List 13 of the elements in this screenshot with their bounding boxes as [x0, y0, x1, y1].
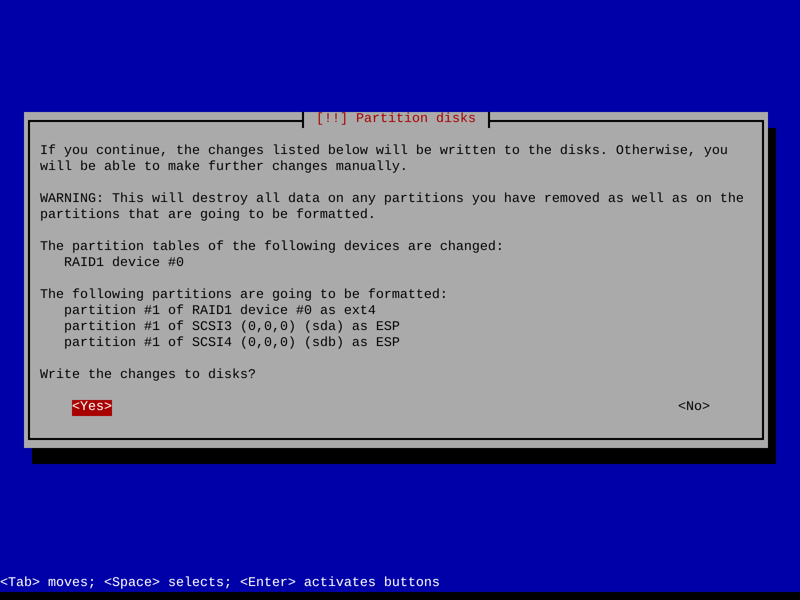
- dialog-button[interactable]: <Yes>: [72, 400, 112, 416]
- message-text: WARNING: This will destroy all data on any partitions you have removed as well as on the partitions that are going to be formatted.: [40, 192, 745, 224]
- list-item: partition #1 of RAID1 device #0 as ext4: [63, 304, 377, 320]
- question-text: Write the changes to disks?: [40, 368, 257, 384]
- dialog-title: [!!] Partition disks: [302, 112, 490, 128]
- list-item: partition #1 of SCSI4 (0,0,0) (sdb) as ESP: [63, 336, 401, 352]
- section-heading: The partition tables of the following devices are changed:: [40, 240, 505, 256]
- dialog-button[interactable]: <No>: [678, 400, 710, 416]
- message-text: If you continue, the changes listed below will be written to the disks. Otherwise, you will be able to make further changes manually.: [40, 144, 729, 176]
- list-item: partition #1 of SCSI3 (0,0,0) (sda) as ESP: [63, 320, 401, 336]
- section-heading: The following partitions are going to be formatted:: [40, 288, 449, 304]
- key-help-text: <Tab> moves; <Space> selects; <Enter> activates buttons: [0, 576, 441, 592]
- list-item: RAID1 device #0: [63, 256, 185, 272]
